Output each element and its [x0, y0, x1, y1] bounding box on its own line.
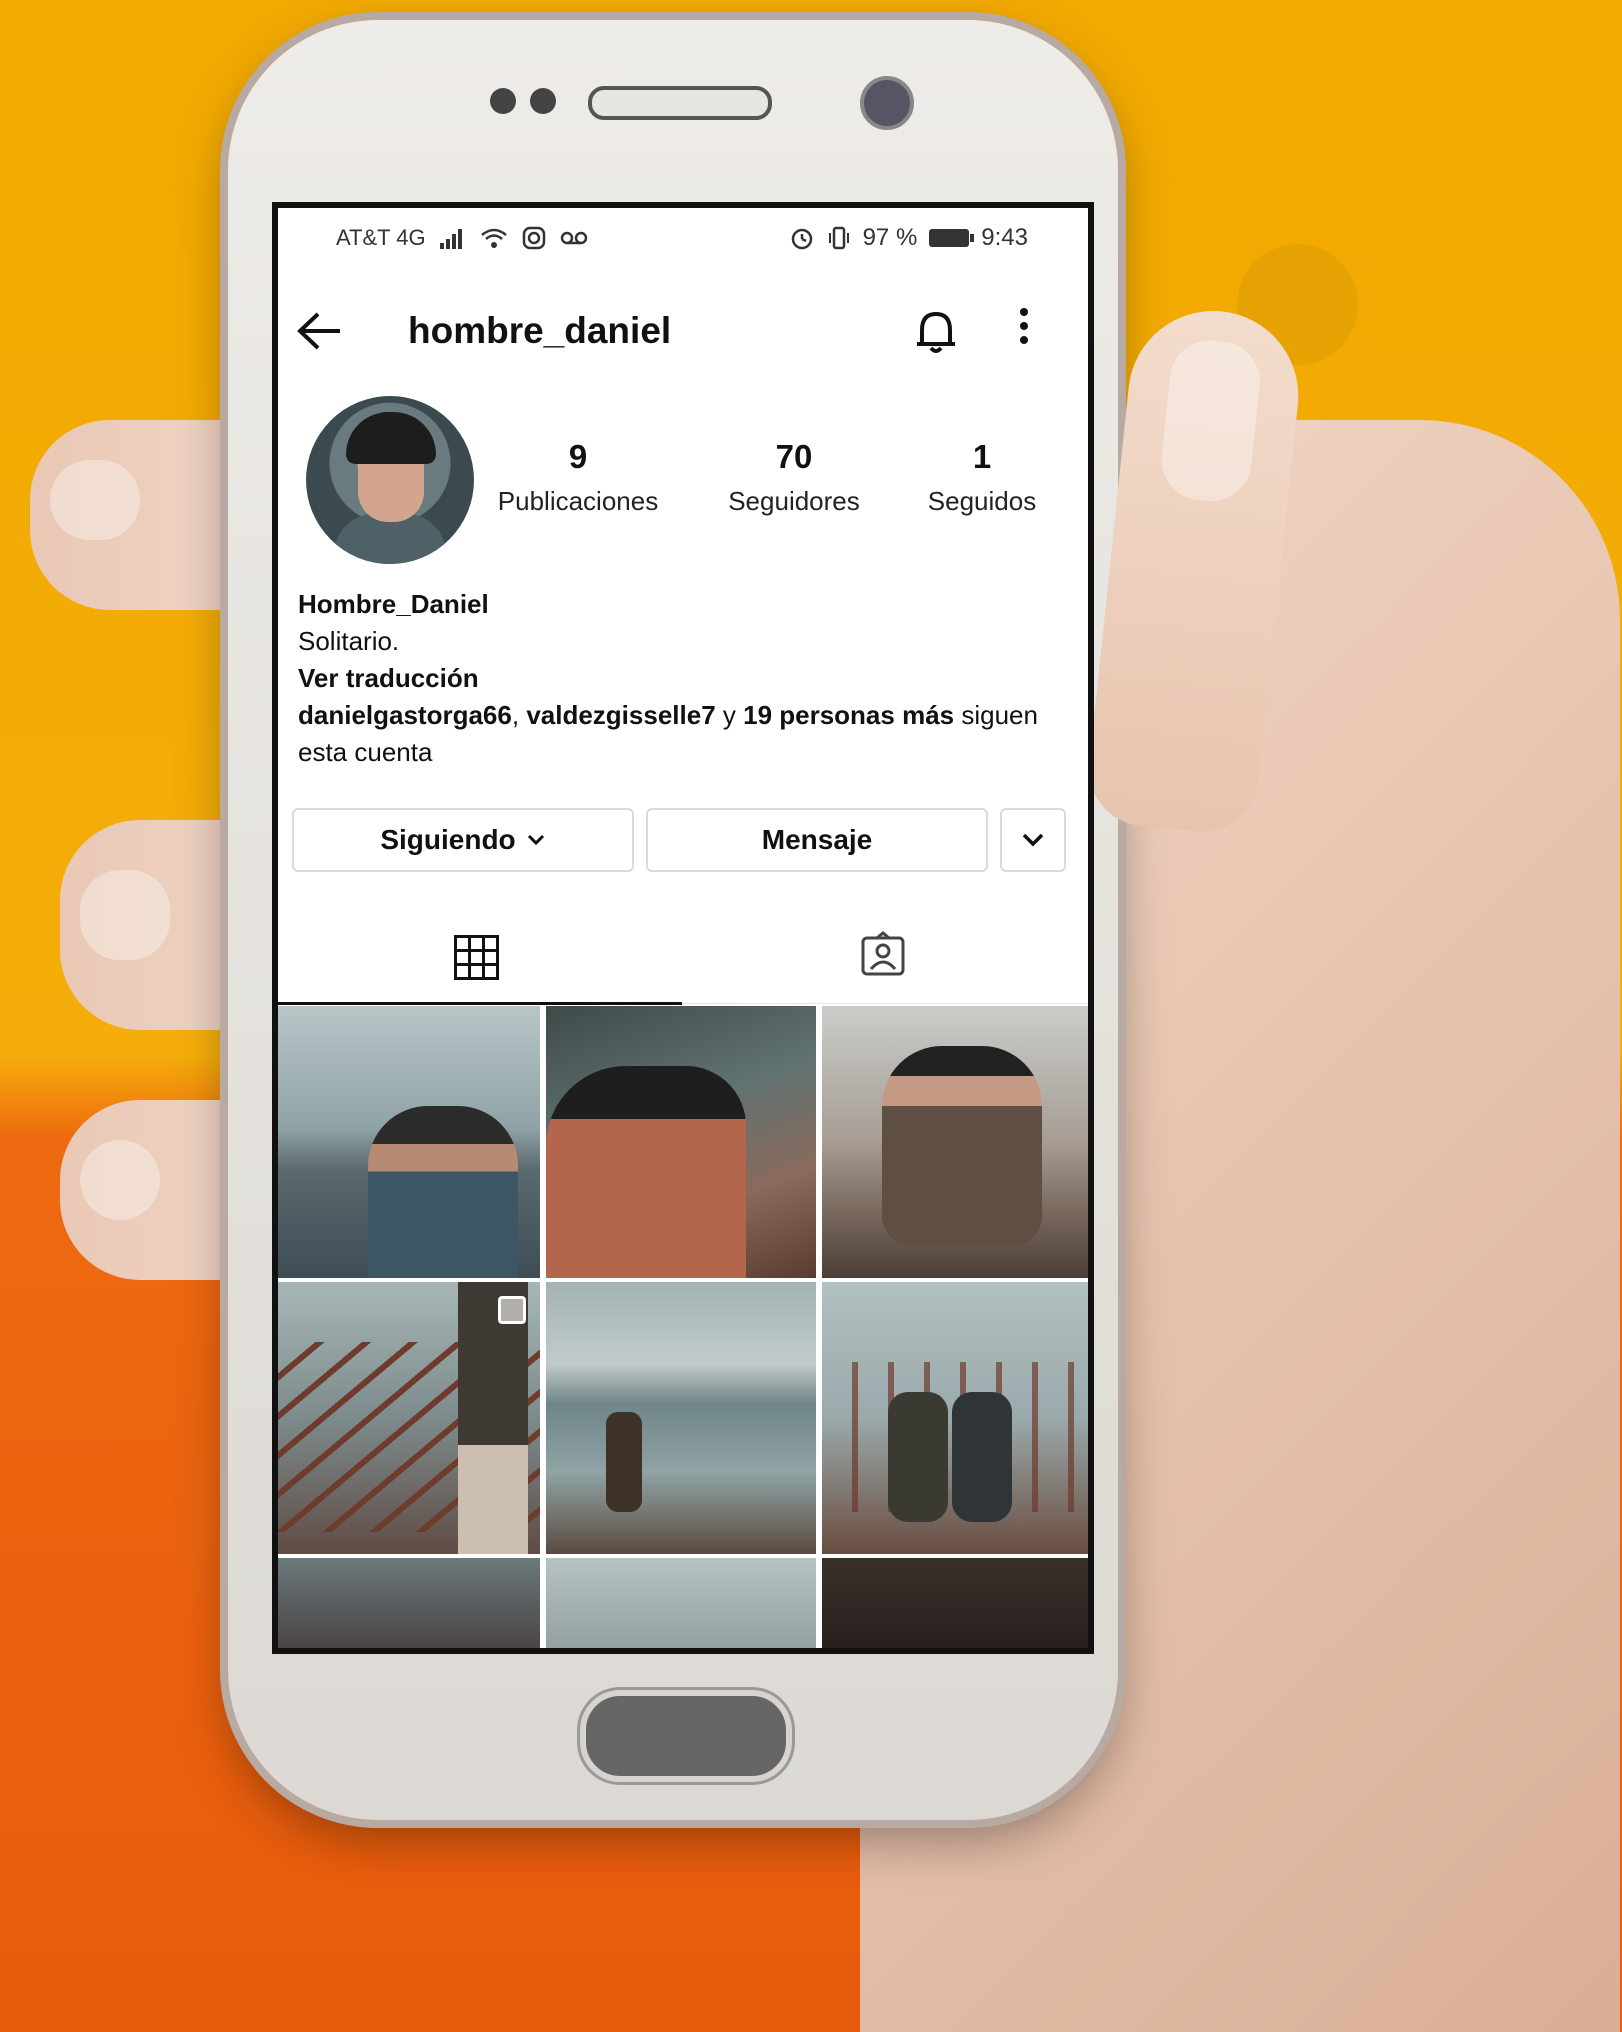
message-button[interactable]: Mensaje — [646, 808, 988, 872]
others-count[interactable]: 19 personas más — [743, 700, 954, 730]
see-translation-link[interactable]: Ver traducción — [298, 660, 1068, 697]
more-vertical-icon[interactable] — [1018, 306, 1030, 356]
voicemail-icon — [560, 231, 587, 245]
stat-label: Seguidores — [728, 486, 860, 516]
following-button[interactable]: Siguiendo — [292, 808, 634, 872]
posts-grid — [278, 1006, 1088, 1648]
post-thumbnail[interactable] — [546, 1558, 816, 1648]
stat-label: Seguidos — [927, 486, 1037, 516]
stat-number: 70 — [775, 438, 813, 475]
stat-number: 1 — [972, 438, 992, 475]
alarm-icon — [791, 228, 812, 250]
carrier-label: AT&T 4G — [336, 225, 426, 250]
followed-by-text[interactable]: danielgastorga66, valdezgisselle7 y 19 p… — [298, 697, 1068, 771]
follower-username[interactable]: valdezgisselle7 — [526, 700, 715, 730]
chevron-down-icon — [527, 834, 544, 846]
stat-posts[interactable]: 9 Publicaciones — [458, 438, 698, 517]
post-thumbnail[interactable] — [822, 1006, 1088, 1278]
bio-text: Solitario. — [298, 626, 400, 656]
arrow-left-icon[interactable] — [296, 308, 344, 362]
stat-following[interactable]: 1 Seguidos — [892, 438, 1072, 517]
multiple-photos-icon — [498, 1296, 526, 1324]
active-tab-indicator — [278, 1002, 682, 1005]
tab-posts-grid[interactable] — [454, 935, 499, 980]
stat-number: 9 — [568, 438, 588, 475]
instagram-notification-icon — [522, 226, 545, 250]
post-thumbnail[interactable] — [546, 1006, 816, 1278]
grid-icon — [454, 935, 499, 980]
conjunction: y — [715, 700, 744, 730]
profile-header: hombre_daniel — [278, 278, 1088, 388]
bell-icon[interactable] — [914, 308, 958, 361]
post-thumbnail[interactable] — [278, 1558, 540, 1648]
following-button-label: Siguiendo — [380, 824, 516, 855]
stat-label: Publicaciones — [497, 486, 659, 516]
clock-time: 9:43 — [981, 224, 1028, 251]
post-thumbnail[interactable] — [546, 1282, 816, 1554]
front-camera — [860, 76, 914, 130]
home-button[interactable] — [580, 1690, 792, 1782]
battery-icon — [929, 229, 975, 247]
profile-bio: Hombre_Daniel Solitario. Ver traducción … — [298, 586, 1068, 771]
sensor-dot — [530, 88, 556, 114]
avatar[interactable] — [306, 396, 474, 564]
suggestions-dropdown-button[interactable] — [1000, 808, 1066, 872]
battery-percent: 97 % — [862, 224, 918, 251]
tagged-person-icon — [861, 931, 905, 976]
vibrate-icon — [828, 226, 849, 250]
post-thumbnail[interactable] — [278, 1006, 540, 1278]
post-thumbnail[interactable] — [822, 1558, 1088, 1648]
status-bar: AT&T 4G 97 % 9:43 — [278, 208, 1088, 268]
wifi-icon — [480, 228, 507, 248]
post-thumbnail[interactable] — [822, 1282, 1088, 1554]
signal-icon — [439, 229, 462, 249]
profile-tabs — [278, 903, 1088, 1005]
tab-tagged[interactable] — [860, 931, 906, 982]
follower-username[interactable]: danielgastorga66 — [298, 700, 512, 730]
message-button-label: Mensaje — [761, 824, 873, 855]
stat-followers[interactable]: 70 Seguidores — [694, 438, 894, 517]
chevron-down-icon — [1022, 833, 1044, 847]
earpiece-speaker — [588, 86, 772, 120]
phone-screen: AT&T 4G 97 % 9:43 hombre_daniel 9 Public… — [272, 202, 1094, 1654]
profile-display-name: Hombre_Daniel — [298, 589, 489, 619]
post-thumbnail[interactable] — [278, 1282, 540, 1554]
profile-username-title: hombre_daniel — [408, 310, 672, 351]
separator: , — [511, 700, 527, 730]
sensor-dot — [490, 88, 516, 114]
